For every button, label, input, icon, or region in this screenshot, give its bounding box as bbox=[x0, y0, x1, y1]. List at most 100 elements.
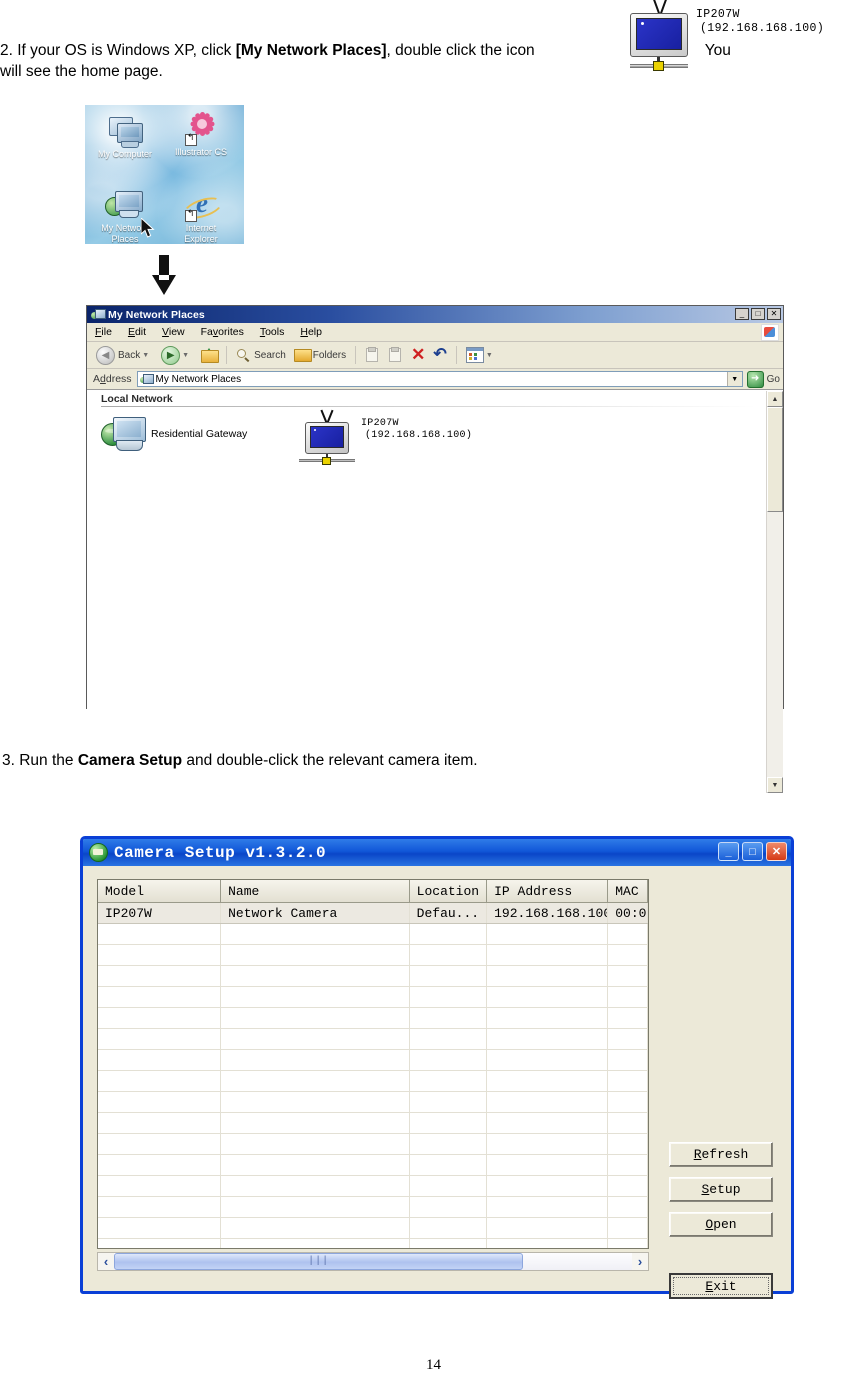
network-item-ip: (192.168.168.100) bbox=[365, 430, 473, 441]
table-cell bbox=[410, 1155, 488, 1175]
address-input[interactable]: My Network Places ▼ bbox=[136, 371, 743, 387]
table-row[interactable] bbox=[98, 1176, 648, 1197]
maximize-button[interactable]: □ bbox=[751, 308, 765, 320]
table-cell bbox=[98, 1113, 222, 1133]
table-cell bbox=[98, 1176, 222, 1196]
table-row[interactable] bbox=[98, 1113, 648, 1134]
menu-item-favorites[interactable]: Favorites bbox=[201, 326, 244, 338]
table-cell bbox=[608, 1113, 648, 1133]
menu-item-view[interactable]: View bbox=[162, 326, 185, 338]
table-row[interactable] bbox=[98, 1155, 648, 1176]
column-header-name[interactable]: Name bbox=[221, 880, 410, 902]
local-network-group-header: Local Network bbox=[87, 391, 767, 407]
table-row[interactable] bbox=[98, 987, 648, 1008]
table-header-row: Model Name Location IP Address MAC bbox=[98, 880, 648, 903]
scroll-down-button[interactable]: ▼ bbox=[767, 777, 783, 793]
table-row[interactable] bbox=[98, 1239, 648, 1248]
explorer-title-bar[interactable]: My Network Places _ □ ✕ bbox=[87, 306, 783, 323]
camera-list-horizontal-scrollbar[interactable]: ‹ ||| › bbox=[97, 1252, 649, 1271]
refresh-button[interactable]: Refresh bbox=[669, 1142, 773, 1167]
table-row[interactable] bbox=[98, 1050, 648, 1071]
search-icon bbox=[236, 348, 251, 363]
table-cell bbox=[608, 1155, 648, 1175]
table-cell bbox=[221, 1071, 410, 1091]
table-cell bbox=[608, 1176, 648, 1196]
scrollbar-track[interactable]: ||| bbox=[114, 1253, 632, 1270]
scroll-right-button[interactable]: › bbox=[632, 1253, 648, 1270]
table-cell bbox=[221, 1092, 410, 1112]
table-cell bbox=[608, 1050, 648, 1070]
desktop-icon-illustrator[interactable]: Illustrator CS bbox=[163, 111, 239, 158]
folder-icon bbox=[293, 348, 312, 362]
step-2-line2: will see the home page. bbox=[0, 63, 163, 80]
table-row[interactable] bbox=[98, 924, 648, 945]
table-cell bbox=[221, 1029, 410, 1049]
undo-button[interactable]: ↶ bbox=[430, 344, 449, 366]
table-row[interactable] bbox=[98, 1029, 648, 1050]
camera-setup-app-icon bbox=[89, 843, 108, 862]
table-cell bbox=[608, 924, 648, 944]
scroll-up-button[interactable]: ▲ bbox=[767, 391, 783, 407]
chevron-down-icon[interactable]: ▼ bbox=[142, 352, 149, 359]
search-button[interactable]: Search bbox=[233, 344, 289, 366]
menu-item-file[interactable]: File bbox=[95, 326, 112, 338]
table-cell bbox=[608, 1029, 648, 1049]
camera-list-table[interactable]: Model Name Location IP Address MAC IP207… bbox=[97, 879, 649, 1249]
table-cell bbox=[98, 966, 222, 986]
copy-to-folder-icon bbox=[388, 347, 403, 362]
table-row[interactable] bbox=[98, 966, 648, 987]
open-button[interactable]: Open bbox=[669, 1212, 773, 1237]
forward-button[interactable]: ▶ ▼ bbox=[158, 344, 196, 366]
table-row[interactable] bbox=[98, 1197, 648, 1218]
camera-setup-title-bar[interactable]: Camera Setup v1.3.2.0 _ □ ✕ bbox=[83, 839, 791, 866]
table-row[interactable] bbox=[98, 1134, 648, 1155]
column-header-location[interactable]: Location bbox=[409, 880, 488, 902]
copy-to-button[interactable] bbox=[385, 344, 406, 366]
back-button[interactable]: ◀ Back ▼ bbox=[93, 344, 156, 366]
network-item-residential-gateway[interactable]: Residential Gateway bbox=[101, 415, 247, 453]
chevron-down-icon[interactable]: ▼ bbox=[486, 352, 493, 359]
scrollbar-thumb[interactable]: ||| bbox=[114, 1253, 524, 1270]
table-row[interactable]: IP207W Network Camera Defau... 192.168.1… bbox=[98, 903, 648, 924]
minimize-button[interactable]: _ bbox=[718, 842, 739, 861]
table-row[interactable] bbox=[98, 1092, 648, 1113]
menu-item-help[interactable]: Help bbox=[300, 326, 322, 338]
delete-button[interactable]: ✕ bbox=[408, 344, 428, 366]
close-button[interactable]: ✕ bbox=[767, 308, 781, 320]
move-to-button[interactable] bbox=[362, 344, 383, 366]
table-cell bbox=[487, 1113, 609, 1133]
table-row[interactable] bbox=[98, 945, 648, 966]
table-cell bbox=[98, 1092, 222, 1112]
folders-button[interactable]: Folders bbox=[291, 344, 349, 366]
table-row[interactable] bbox=[98, 1071, 648, 1092]
inline-icon-ip: (192.168.168.100) bbox=[700, 22, 825, 35]
ip-camera-icon bbox=[630, 0, 688, 71]
menu-item-tools[interactable]: Tools bbox=[260, 326, 285, 338]
up-button[interactable] bbox=[198, 344, 220, 366]
views-button[interactable]: ▼ bbox=[463, 344, 500, 366]
setup-button[interactable]: Setup bbox=[669, 1177, 773, 1202]
column-header-model[interactable]: Model bbox=[98, 880, 222, 902]
column-header-mac[interactable]: MAC bbox=[608, 880, 648, 902]
table-cell bbox=[98, 1197, 222, 1217]
chevron-down-icon[interactable]: ▼ bbox=[182, 352, 189, 359]
column-header-ip-address[interactable]: IP Address bbox=[487, 880, 609, 902]
desktop-icon-internet-explorer[interactable]: e Internet Explorer bbox=[163, 187, 239, 244]
table-cell bbox=[221, 987, 410, 1007]
network-item-ip207w[interactable]: IP207W (192.168.168.100) bbox=[299, 411, 473, 465]
table-cell bbox=[98, 987, 222, 1007]
table-row[interactable] bbox=[98, 1218, 648, 1239]
address-dropdown-button[interactable]: ▼ bbox=[726, 372, 742, 386]
table-row[interactable] bbox=[98, 1008, 648, 1029]
scroll-left-button[interactable]: ‹ bbox=[98, 1253, 114, 1270]
explorer-vertical-scrollbar[interactable]: ▲ ▼ bbox=[766, 391, 783, 793]
desktop-icon-my-computer[interactable]: My Computer bbox=[87, 113, 163, 160]
scrollbar-thumb[interactable] bbox=[767, 407, 783, 512]
close-button[interactable]: ✕ bbox=[766, 842, 787, 861]
minimize-button[interactable]: _ bbox=[735, 308, 749, 320]
desktop-screenshot: My Computer Illustrator CS My Network Pl… bbox=[85, 105, 244, 244]
exit-button[interactable]: Exit bbox=[669, 1273, 773, 1299]
go-button[interactable]: ➜ Go bbox=[746, 370, 780, 388]
maximize-button[interactable]: □ bbox=[742, 842, 763, 861]
menu-item-edit[interactable]: Edit bbox=[128, 326, 146, 338]
